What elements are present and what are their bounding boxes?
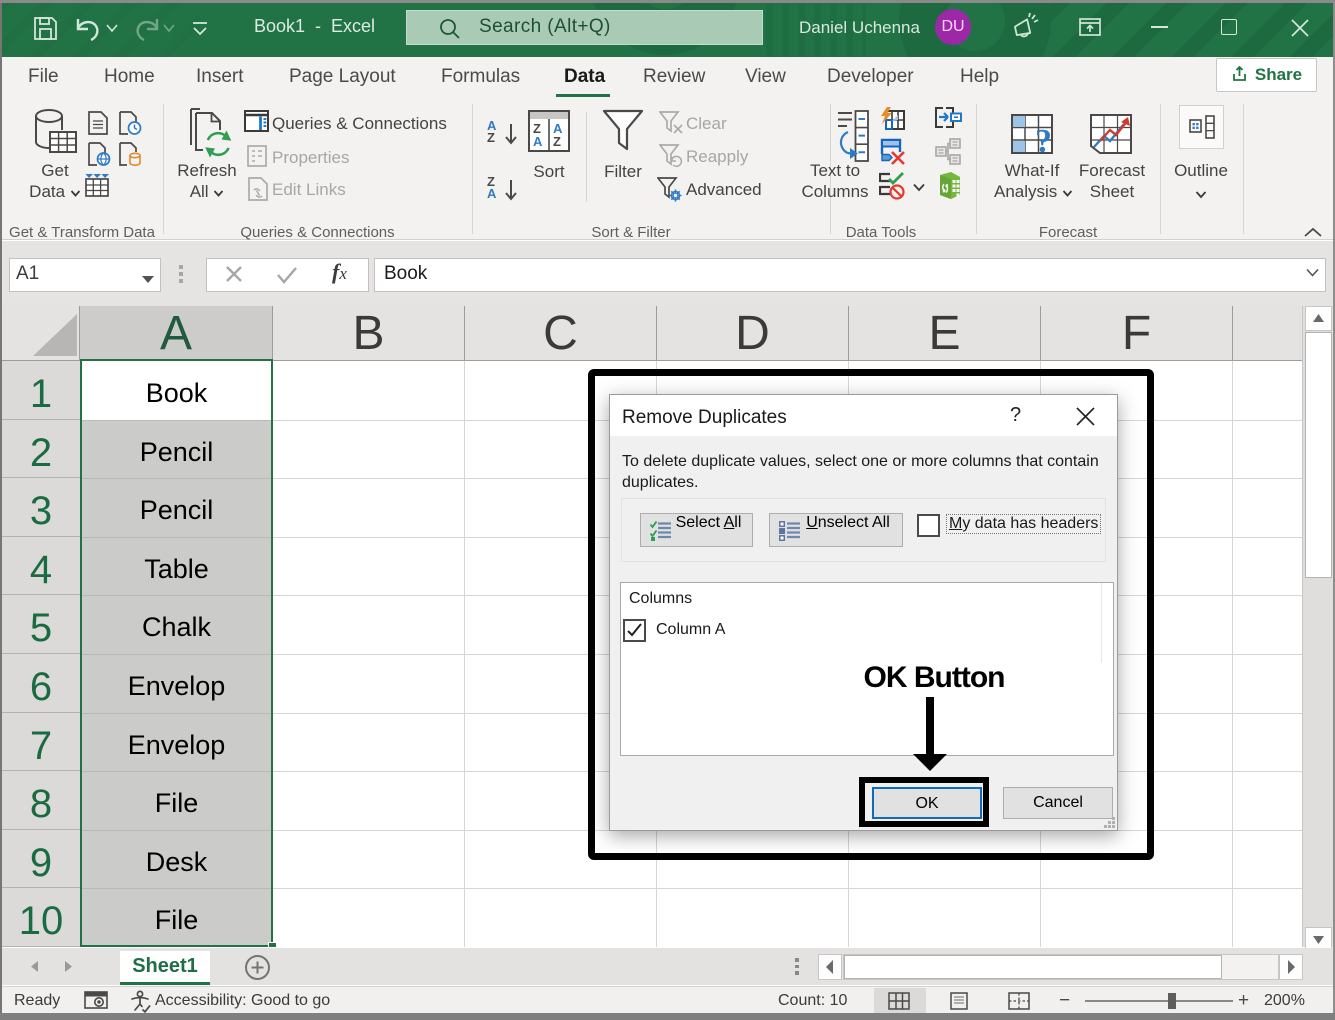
svg-text:?: ? [1035,123,1052,156]
